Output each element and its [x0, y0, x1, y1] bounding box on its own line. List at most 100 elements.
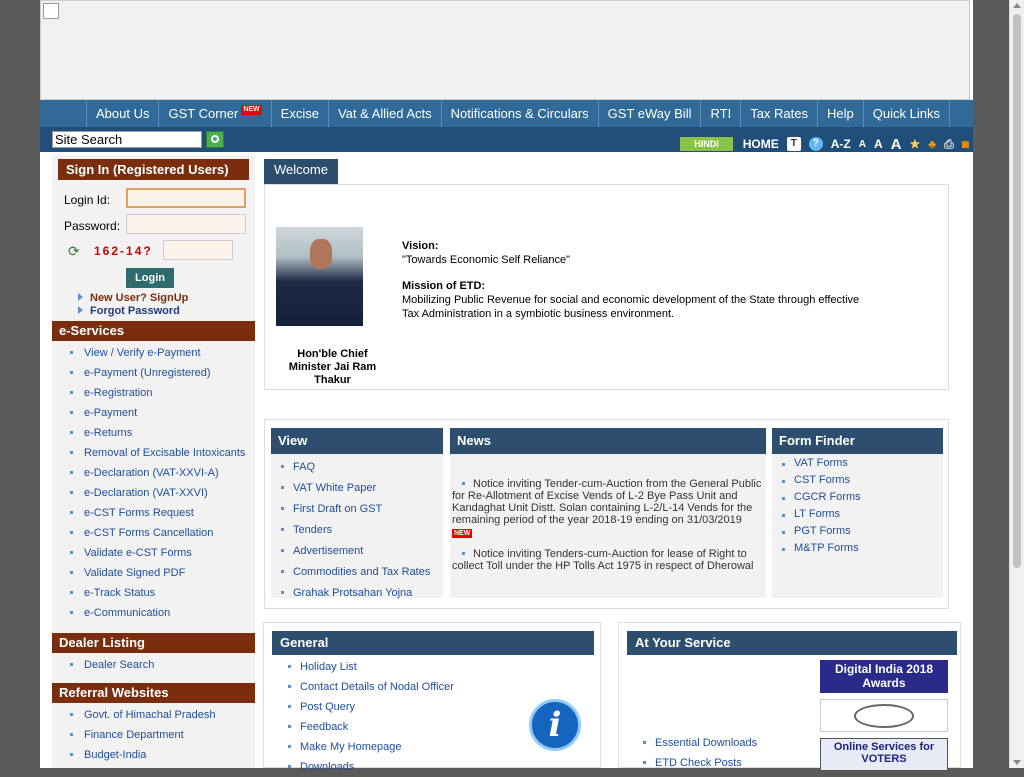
- dealer-search-link[interactable]: Dealer Search: [52, 655, 255, 675]
- dealer-listing-title: Dealer Listing: [52, 633, 255, 653]
- font-small-button[interactable]: A: [859, 139, 866, 150]
- help-icon[interactable]: ?: [808, 137, 823, 151]
- form-link[interactable]: CGCR Forms: [772, 489, 943, 506]
- arrow-icon: [78, 306, 83, 314]
- eservice-link[interactable]: Validate e-CST Forms: [52, 543, 255, 563]
- eservice-link[interactable]: e-CST Forms Cancellation: [52, 523, 255, 543]
- refresh-captcha-icon[interactable]: ⟳: [68, 243, 80, 260]
- signup-link[interactable]: New User? SignUp: [90, 292, 188, 304]
- eservice-link[interactable]: Validate Signed PDF: [52, 563, 255, 583]
- general-link[interactable]: Feedback: [272, 717, 454, 737]
- view-link[interactable]: Grahak Protsahan Yojna: [271, 583, 443, 604]
- main-nav: About Us GST Corner NEW Excise Vat & Alli…: [40, 100, 973, 127]
- eservice-link[interactable]: e-Track Status: [52, 583, 255, 603]
- print-icon[interactable]: ⎙: [944, 137, 954, 152]
- password-input[interactable]: [126, 214, 246, 234]
- forgot-password-link[interactable]: Forgot Password: [90, 305, 180, 317]
- service-link[interactable]: Essential Downloads: [627, 733, 757, 753]
- general-link[interactable]: Contact Details of Nodal Officer: [272, 677, 454, 697]
- login-button[interactable]: Login: [126, 268, 174, 288]
- digital-india-banner[interactable]: Digital India 2018 Awards: [820, 660, 948, 693]
- eservice-link[interactable]: View / Verify e-Payment: [52, 343, 255, 363]
- scroll-down-icon[interactable]: [1013, 760, 1021, 765]
- eservice-link[interactable]: e-Registration: [52, 383, 255, 403]
- news-item[interactable]: Notice inviting Tender-cum-Auction from …: [452, 478, 761, 526]
- vision-mission: Vision: "Towards Economic Self Reliance"…: [402, 239, 872, 321]
- general-link[interactable]: Downloads: [272, 757, 454, 777]
- voters-services-banner[interactable]: Online Services for VOTERS: [820, 738, 948, 771]
- broken-image-icon: [43, 3, 59, 19]
- nav-about-us[interactable]: About Us: [86, 100, 158, 127]
- scroll-thumb[interactable]: [1013, 14, 1021, 568]
- referral-link[interactable]: Govt. of Himachal Pradesh: [52, 705, 255, 725]
- nav-quick-links[interactable]: Quick Links: [862, 100, 950, 127]
- sitemap-icon[interactable]: ♣: [928, 137, 936, 151]
- general-link[interactable]: Holiday List: [272, 657, 454, 677]
- hindi-button[interactable]: HINDI: [680, 137, 733, 151]
- font-large-button[interactable]: A: [891, 136, 902, 153]
- tab-welcome[interactable]: Welcome: [264, 159, 338, 184]
- nav-gst-corner[interactable]: GST Corner NEW: [158, 100, 270, 127]
- eservices-title: e-Services: [52, 321, 255, 341]
- text-mode-icon[interactable]: T: [786, 137, 801, 151]
- form-link[interactable]: VAT Forms: [772, 455, 943, 472]
- view-link[interactable]: Commodities and Tax Rates: [271, 562, 443, 583]
- election-commission-logo[interactable]: [820, 699, 948, 732]
- view-link[interactable]: Advertisement: [271, 541, 443, 562]
- login-id-label: Login Id:: [64, 193, 111, 207]
- site-search-input[interactable]: Site Search: [52, 131, 202, 148]
- page-scrollbar[interactable]: [1009, 0, 1024, 768]
- view-link[interactable]: First Draft on GST: [271, 499, 443, 520]
- nav-excise[interactable]: Excise: [270, 100, 328, 127]
- news-title: News: [450, 428, 766, 454]
- login-id-input[interactable]: [126, 188, 246, 208]
- form-link[interactable]: M&TP Forms: [772, 540, 943, 557]
- eservice-link[interactable]: e-Payment: [52, 403, 255, 423]
- nav-vat-acts[interactable]: Vat & Allied Acts: [327, 100, 441, 127]
- new-badge: NEW: [452, 529, 473, 538]
- general-panel: General Holiday List Contact Details of …: [263, 622, 601, 773]
- signin-title: Sign In (Registered Users): [58, 159, 249, 180]
- news-item[interactable]: Notice inviting Tenders-cum-Auction for …: [452, 548, 755, 572]
- eservice-link[interactable]: e-CST Forms Request: [52, 503, 255, 523]
- search-button[interactable]: [206, 131, 224, 148]
- eservice-link[interactable]: e-Payment (Unregistered): [52, 363, 255, 383]
- home-link[interactable]: HOME: [743, 137, 779, 151]
- view-link[interactable]: Tenders: [271, 520, 443, 541]
- captcha-text: 162-14?: [94, 244, 153, 258]
- captcha-input[interactable]: [163, 240, 233, 260]
- referral-title: Referral Websites: [52, 683, 255, 703]
- eservice-link[interactable]: e-Declaration (VAT-XXVI): [52, 483, 255, 503]
- eservice-link[interactable]: e-Communication: [52, 603, 255, 623]
- bookmark-icon[interactable]: ★: [910, 137, 921, 151]
- referral-link[interactable]: Finance Department: [52, 725, 255, 745]
- scroll-up-icon[interactable]: [1013, 3, 1021, 8]
- referral-link[interactable]: Budget-India: [52, 745, 255, 765]
- form-finder-panel: Form Finder VAT Forms CST Forms CGCR For…: [772, 428, 943, 598]
- view-link[interactable]: VAT White Paper: [271, 478, 443, 499]
- form-link[interactable]: PGT Forms: [772, 523, 943, 540]
- eservice-link[interactable]: e-Returns: [52, 423, 255, 443]
- general-link[interactable]: Post Query: [272, 697, 454, 717]
- eservice-link[interactable]: Removal of Excisable Intoxicants: [52, 443, 255, 463]
- nav-help[interactable]: Help: [817, 100, 863, 127]
- font-medium-button[interactable]: A: [874, 137, 883, 151]
- info-icon: i: [529, 699, 581, 751]
- form-link[interactable]: CST Forms: [772, 472, 943, 489]
- eservice-link[interactable]: e-Declaration (VAT-XXVI-A): [52, 463, 255, 483]
- search-icon: [211, 135, 219, 143]
- nav-notifications[interactable]: Notifications & Circulars: [440, 100, 598, 127]
- view-link[interactable]: FAQ: [271, 457, 443, 478]
- arrow-icon: [78, 293, 83, 301]
- service-title: At Your Service: [627, 631, 957, 655]
- form-finder-title: Form Finder: [772, 428, 943, 454]
- service-link[interactable]: ETD Check Posts: [627, 753, 757, 773]
- nav-tax-rates[interactable]: Tax Rates: [740, 100, 817, 127]
- left-sidebar: Sign In (Registered Users) Login Id: Pas…: [52, 155, 255, 768]
- az-index-link[interactable]: A-Z: [831, 137, 851, 151]
- form-link[interactable]: LT Forms: [772, 506, 943, 523]
- nav-rti[interactable]: RTI: [700, 100, 740, 127]
- rss-icon[interactable]: ◙: [962, 137, 969, 151]
- general-link[interactable]: Make My Homepage: [272, 737, 454, 757]
- nav-gst-eway-bill[interactable]: GST eWay Bill: [597, 100, 701, 127]
